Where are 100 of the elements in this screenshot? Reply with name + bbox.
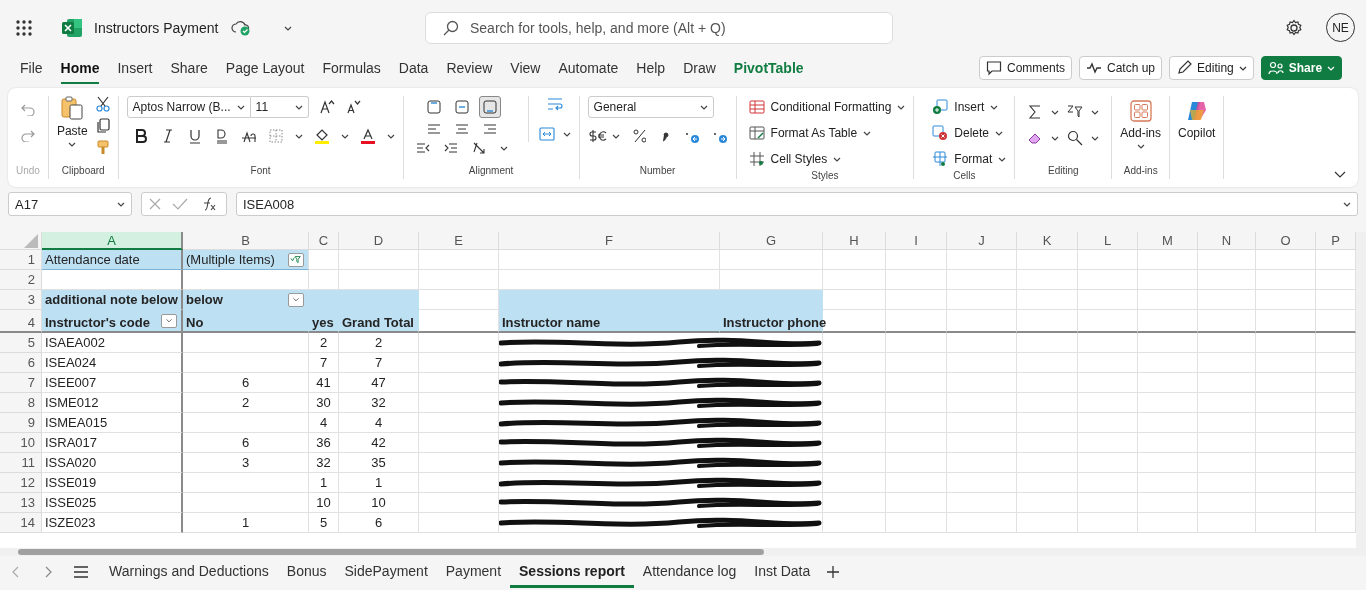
row-header[interactable]: 7 [0,373,42,393]
chevron-down-icon[interactable] [1238,65,1247,71]
chevron-down-icon[interactable] [998,156,1007,162]
chevron-down-icon[interactable] [1051,135,1060,141]
row-header[interactable]: 10 [0,433,42,453]
grow-font-icon[interactable] [318,99,335,115]
redo-icon[interactable] [20,128,35,142]
increase-indent-icon[interactable] [443,140,458,156]
row-header[interactable]: 11 [0,453,42,473]
column-header[interactable]: O [1256,232,1316,250]
settings-icon[interactable] [1285,19,1303,37]
row-header[interactable]: 1 [0,250,42,270]
wrap-text-icon[interactable] [546,96,563,112]
column-header[interactable]: C [309,232,339,250]
column-header[interactable]: L [1078,232,1138,250]
chevron-down-icon[interactable] [283,25,292,31]
column-header[interactable]: H [823,232,886,250]
add-sheet-icon[interactable] [827,566,840,578]
sheet-tab[interactable]: Bonus [277,556,336,588]
spreadsheet-logo-icon[interactable] [62,19,82,37]
vertical-scrollbar[interactable] [1356,232,1366,548]
sheet-tab[interactable]: Inst Data [745,556,820,588]
chevron-down-icon[interactable] [117,201,125,207]
chevron-down-icon[interactable] [699,104,708,110]
menu-tab[interactable]: Data [398,56,429,84]
menu-icon[interactable] [74,566,88,578]
column-header[interactable]: A [42,232,183,250]
cut-icon[interactable] [95,96,110,112]
menu-tab[interactable]: Page Layout [225,56,305,84]
row-header[interactable]: 13 [0,493,42,513]
menu-tab[interactable]: Help [636,56,666,84]
bottom-align-button[interactable] [478,96,501,118]
format-painter-icon[interactable] [95,140,110,156]
filter-button[interactable] [288,252,304,267]
decrease-indent-icon[interactable] [415,140,430,156]
row-header[interactable]: 2 [0,270,42,290]
column-header[interactable]: J [947,232,1017,250]
row-header[interactable]: 4 [0,310,42,333]
sheet-tab[interactable]: Sessions report [510,556,634,588]
file-name[interactable]: Instructors Payment [94,20,219,36]
row-header[interactable]: 8 [0,393,42,413]
conditional-formatting-button[interactable]: Conditional Formatting [748,96,906,118]
chevron-down-icon[interactable] [294,104,303,110]
menu-tab[interactable]: View [510,56,541,84]
column-header[interactable]: K [1017,232,1078,250]
column-header[interactable]: F [499,232,720,250]
chevron-down-icon[interactable] [1091,135,1100,141]
row-header[interactable]: 5 [0,333,42,353]
chevron-down-icon[interactable] [1091,109,1100,115]
row-header[interactable]: 12 [0,473,42,493]
number-format-dropdown[interactable]: General [587,96,714,118]
column-header[interactable]: G [720,232,823,250]
editing-mode-button[interactable]: Editing [1169,56,1254,80]
chevron-down-icon[interactable] [562,131,571,137]
merge-cells-icon[interactable] [538,126,555,142]
search-icon[interactable] [1067,130,1084,146]
shrink-font-icon[interactable] [344,99,361,115]
copy-icon[interactable] [95,118,110,134]
menu-tab[interactable]: Draw [683,56,716,84]
comments-button[interactable]: Comments [979,56,1072,80]
chevron-down-icon[interactable] [863,130,872,136]
column-header[interactable]: D [339,232,419,250]
copilot-button[interactable]: Copilot [1178,96,1216,140]
delete-cells-button[interactable]: Delete [932,122,1003,144]
fill-color-icon[interactable] [313,128,330,144]
chevron-down-icon[interactable] [611,133,620,139]
share-button[interactable]: Share [1260,56,1343,80]
row-header[interactable]: 3 [0,290,42,310]
chevron-down-icon[interactable] [68,142,77,147]
next-sheet-icon[interactable] [44,566,52,578]
menu-tab[interactable]: Review [446,56,493,84]
menu-tab[interactable]: Formulas [322,56,381,84]
filter-button[interactable] [161,313,177,328]
chevron-down-icon[interactable] [897,104,906,110]
app-launcher-icon[interactable] [16,20,32,36]
name-box[interactable]: A17 [8,192,132,216]
formula-field[interactable]: ISEA008 [236,192,1358,216]
font-name-dropdown[interactable]: Aptos Narrow (B... [126,96,251,118]
font-size-dropdown[interactable]: 11 [250,96,309,118]
column-header[interactable]: I [886,232,947,250]
currency-icon[interactable] [587,128,608,144]
chevron-down-icon[interactable] [833,156,842,162]
cell-styles-button[interactable]: Cell Styles [748,148,842,170]
add-ins-button[interactable]: Add-ins [1120,96,1162,149]
row-header[interactable]: 9 [0,413,42,433]
chevron-down-icon[interactable] [990,104,999,110]
chevron-down-icon[interactable] [995,130,1003,136]
sheet-tab[interactable]: Payment [436,556,511,588]
format-as-table-button[interactable]: Format As Table [748,122,872,144]
column-header[interactable]: P [1316,232,1356,250]
menu-tab[interactable]: Insert [117,56,153,84]
column-header[interactable]: E [419,232,499,250]
undo-icon[interactable] [20,102,35,116]
collapse-ribbon-icon[interactable] [1334,171,1346,179]
paste-button[interactable]: Paste [56,96,88,147]
insert-cells-button[interactable]: Insert [932,96,999,118]
chevron-down-icon[interactable] [236,104,245,110]
chevron-down-icon[interactable] [1136,144,1145,149]
column-header[interactable]: B [183,232,309,250]
orientation-icon[interactable] [471,140,486,156]
